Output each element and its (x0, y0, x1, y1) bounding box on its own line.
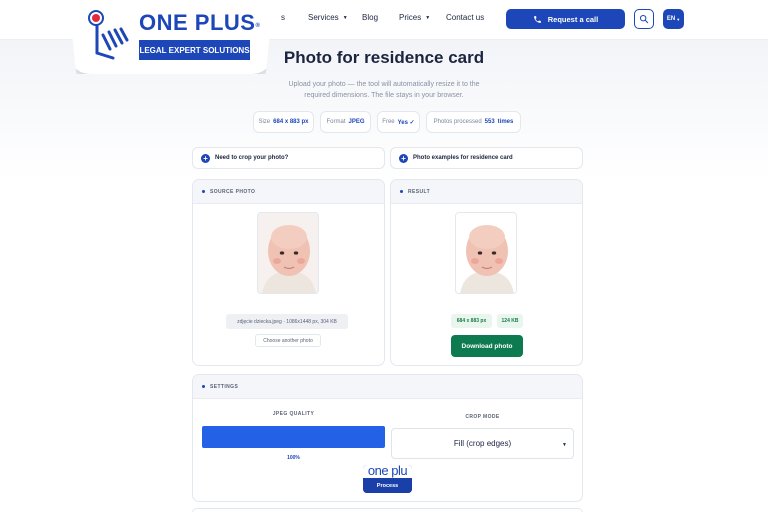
next-panel (192, 508, 583, 512)
request-call-label: Request a call (547, 14, 599, 24)
process-button[interactable]: one plu Process (363, 465, 412, 493)
process-label: Process (363, 478, 412, 493)
chevron-down-icon: ▼ (676, 16, 681, 22)
nav-label: Services (308, 13, 339, 22)
stat-free-label: Free (382, 119, 395, 125)
crop-mode-value: Fill (crop edges) (453, 439, 512, 448)
language-switcher[interactable]: EN ▼ (663, 9, 684, 29)
result-header: RESULT (391, 180, 582, 204)
source-photo-header: SOURCE PHOTO (193, 180, 384, 204)
stat-format-chip: Format JPEG (320, 111, 371, 133)
nav-item-services[interactable]: Services ▼ (308, 13, 348, 22)
stat-size-label: Size (258, 119, 271, 125)
logo-registered-mark: ® (255, 23, 261, 29)
caret-down-icon: ▼ (562, 442, 567, 448)
phone-icon (533, 15, 541, 23)
stat-free-value: Yes ✓ (397, 119, 415, 126)
chevron-down-icon: ▼ (342, 15, 348, 21)
search-icon (639, 14, 649, 24)
stat-free-chip: Free Yes ✓ (377, 111, 420, 133)
nav-item-contact[interactable]: Contact us (446, 13, 484, 22)
settings-title: SETTINGS (210, 383, 239, 390)
source-photo-title: SOURCE PHOTO (210, 188, 256, 195)
stat-processed-chip: Photos processed 553 times (426, 111, 521, 133)
stat-processed-label: Photos processed (433, 119, 482, 125)
page-subtitle: Upload your photo — the tool will automa… (288, 81, 480, 99)
nav-label: Prices (399, 13, 422, 22)
process-ghost-text: one plu (367, 465, 408, 478)
stat-processed-value: 553 (484, 119, 495, 125)
plus-icon: + (201, 153, 210, 163)
logo-wordmark: ONE PLUS® (139, 10, 260, 36)
result-filesize-badge: 124 KB (497, 314, 523, 328)
stat-format-label: Format (326, 119, 346, 125)
nav-item-partial[interactable]: s (281, 13, 285, 22)
jpeg-quality-slider[interactable] (202, 426, 385, 448)
language-label: EN (666, 16, 676, 22)
stat-processed-unit: times (497, 119, 514, 125)
bullet-icon (400, 190, 403, 193)
result-title: RESULT (408, 188, 431, 195)
download-photo-button[interactable]: Download photo (451, 335, 523, 357)
stat-size-value: 684 x 883 px (273, 119, 309, 125)
search-button[interactable] (634, 9, 654, 29)
crop-mode-select[interactable]: Fill (crop edges) ▼ (391, 428, 574, 459)
accordion-examples-label: Photo examples for residence card (413, 155, 513, 161)
page-title: Photo for residence card (283, 48, 485, 67)
bullet-icon (202, 190, 205, 193)
settings-header: SETTINGS (193, 375, 582, 399)
plus-icon: + (399, 153, 408, 163)
choose-another-photo-button[interactable]: Choose another photo (255, 334, 321, 347)
accordion-crop[interactable]: + Need to crop your photo? (192, 147, 385, 169)
crop-mode-label: CROP MODE (465, 414, 500, 420)
accordion-crop-label: Need to crop your photo? (215, 155, 289, 161)
bullet-icon (202, 385, 205, 388)
stat-size-chip: Size 684 x 883 px (253, 111, 314, 133)
nav-item-blog[interactable]: Blog (362, 13, 378, 22)
result-dimensions-badge: 684 x 883 px (451, 314, 492, 328)
chevron-down-icon: ▼ (425, 15, 431, 21)
jpeg-quality-fill (202, 426, 385, 448)
source-file-info: zdjęcie dziecka.jpeg · 1086x1448 px, 304… (226, 314, 348, 329)
baby-photo-icon (258, 213, 318, 293)
request-call-button[interactable]: Request a call (506, 9, 625, 29)
nav-item-prices[interactable]: Prices ▼ (399, 13, 430, 22)
source-photo-image (257, 212, 319, 294)
jpeg-quality-value: 100% (287, 455, 300, 461)
jpeg-quality-label: JPEG QUALITY (272, 411, 315, 417)
stat-format-value: JPEG (348, 119, 365, 125)
result-photo-image (455, 212, 517, 294)
baby-photo-icon (456, 213, 516, 293)
accordion-examples[interactable]: + Photo examples for residence card (390, 147, 583, 169)
logo-name: ONE PLUS (139, 10, 256, 35)
